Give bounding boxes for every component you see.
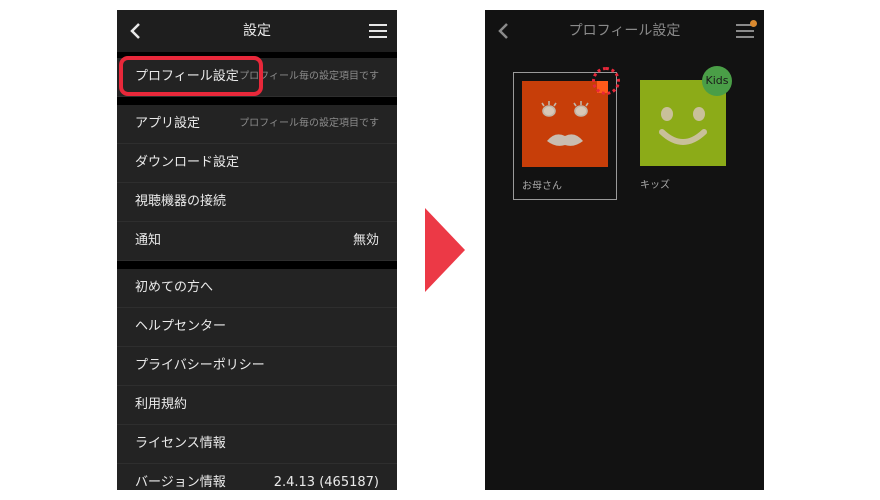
dotted-highlight-circle [592,67,620,95]
profile-screen: プロフィール設定 お母さん Kids キッズ [485,10,764,490]
kids-badge: Kids [702,66,732,96]
settings-item-label: プロフィール設定 [135,69,239,84]
settings-item-help[interactable]: ヘルプセンター [117,308,397,347]
settings-item-label: プライバシーポリシー [135,358,265,373]
notification-status: 無効 [352,233,379,248]
profile-header: プロフィール設定 [485,10,764,52]
settings-item-label: 視聴機器の接続 [135,194,227,209]
settings-item-label: ヘルプセンター [135,319,227,334]
settings-item-first-time[interactable]: 初めての方へ [117,269,397,308]
settings-item-label: 初めての方へ [135,280,214,295]
face-mom-icon [541,101,589,146]
profile-name: キッズ [640,180,670,191]
page-title: プロフィール設定 [568,23,681,39]
page-title: 設定 [243,23,271,39]
hamburger-menu-icon[interactable] [369,24,387,38]
profile-name: お母さん [522,181,562,192]
settings-item-label: ライセンス情報 [135,436,226,451]
settings-item-label: 利用規約 [135,397,188,412]
profile-card-kids[interactable]: Kids キッズ [632,66,736,200]
settings-item-license[interactable]: ライセンス情報 [117,425,397,464]
settings-item-hint: プロフィール毎の設定項目です [239,71,379,82]
settings-item-label: ダウンロード設定 [135,155,240,170]
next-step-arrow [425,208,465,292]
settings-item-label: 通知 [135,233,162,248]
settings-item-label: バージョン情報 [135,475,226,490]
version-number: 2.4.13 (465187) [273,475,379,490]
settings-item-hint: プロフィール毎の設定項目です [239,118,379,129]
settings-item-profile[interactable]: プロフィール毎の設定項目です プロフィール設定 [117,58,397,97]
section-divider [117,261,397,269]
settings-item-download[interactable]: ダウンロード設定 [117,144,397,183]
settings-item-app[interactable]: アプリ設定 プロフィール毎の設定項目です [117,105,397,144]
settings-item-version: バージョン情報 2.4.13 (465187) [117,464,397,490]
settings-item-notification[interactable]: 通知 無効 [117,222,397,261]
settings-item-devices[interactable]: 視聴機器の接続 [117,183,397,222]
avatar [522,81,608,167]
hamburger-menu-icon[interactable] [736,20,757,38]
settings-item-label: アプリ設定 [135,116,201,131]
section-divider [117,97,397,105]
settings-header: 設定 [117,10,397,52]
settings-item-terms[interactable]: 利用規約 [117,386,397,425]
settings-item-privacy[interactable]: プライバシーポリシー [117,347,397,386]
settings-screen: 設定 プロフィール毎の設定項目です プロフィール設定 アプリ設定 プロフィール毎… [117,10,397,490]
profile-card-mom[interactable]: お母さん [513,67,620,200]
notification-dot [750,20,757,27]
